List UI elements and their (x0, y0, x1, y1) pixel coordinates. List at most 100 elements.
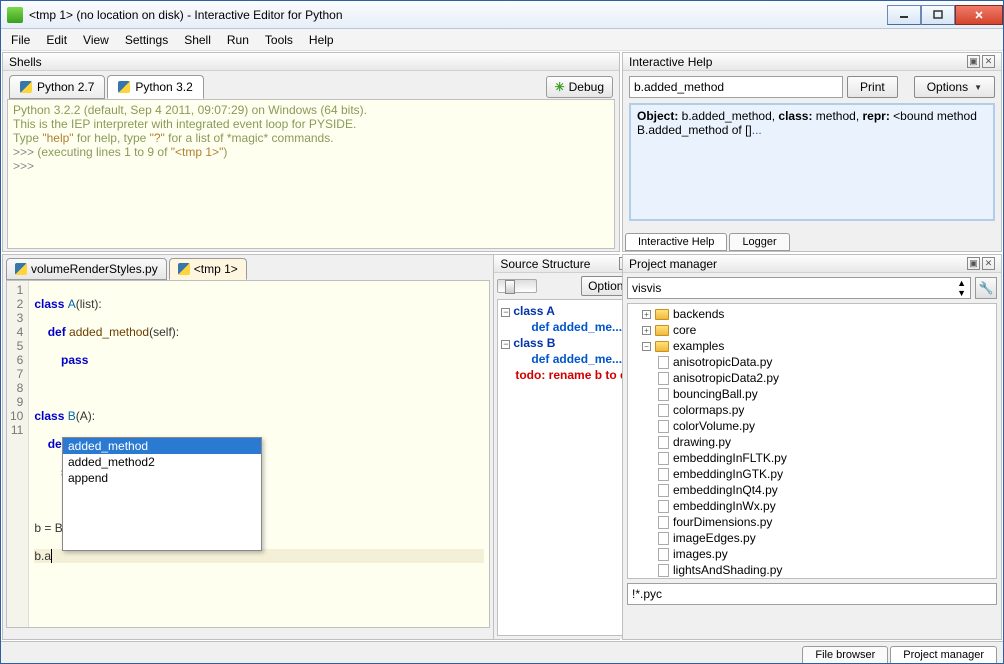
file-item[interactable]: embeddingInQt4.py (630, 482, 994, 498)
file-item[interactable]: embeddingInWx.py (630, 498, 994, 514)
app-logo-icon (7, 7, 23, 23)
tab-file-browser[interactable]: File browser (802, 646, 888, 663)
file-icon (658, 468, 669, 481)
folder-item[interactable]: +core (630, 322, 994, 338)
panel-close-icon[interactable]: ✕ (982, 55, 995, 68)
help-query-input[interactable] (629, 76, 843, 98)
folder-icon (655, 341, 669, 352)
undock-icon[interactable]: ▣ (967, 55, 980, 68)
file-item[interactable]: lightsAndShading.py (630, 562, 994, 578)
menu-view[interactable]: View (75, 30, 117, 50)
file-icon (658, 404, 669, 417)
menu-run[interactable]: Run (219, 30, 257, 50)
shell-tab-python27[interactable]: Python 2.7 (9, 75, 105, 99)
tab-logger[interactable]: Logger (729, 233, 789, 251)
window-title: <tmp 1> (no location on disk) - Interact… (29, 8, 343, 22)
file-item[interactable]: anisotropicData2.py (630, 370, 994, 386)
tab-project-manager[interactable]: Project manager (890, 646, 997, 663)
file-icon (658, 452, 669, 465)
debug-label: Debug (569, 80, 604, 94)
file-icon (658, 436, 669, 449)
file-item[interactable]: colorVolume.py (630, 418, 994, 434)
file-icon (658, 356, 669, 369)
minimize-button[interactable] (887, 5, 921, 25)
autocomplete-item[interactable]: append (63, 470, 261, 486)
collapse-icon[interactable]: − (501, 308, 510, 317)
file-item[interactable]: bouncingBall.py (630, 386, 994, 402)
file-item[interactable]: embeddingInGTK.py (630, 466, 994, 482)
shell-tab-label: Python 2.7 (37, 80, 94, 94)
file-item[interactable]: colormaps.py (630, 402, 994, 418)
editor-panel: volumeRenderStyles.py <tmp 1> 1234567891… (2, 254, 620, 640)
expand-icon[interactable]: + (642, 326, 651, 335)
file-item[interactable]: drawing.py (630, 434, 994, 450)
line-gutter: 1234567891011 (7, 281, 29, 627)
shell-prompt: >>> (13, 159, 609, 173)
project-name: visvis (632, 281, 661, 295)
editor-tab-volumerender[interactable]: volumeRenderStyles.py (6, 258, 167, 280)
file-tree[interactable]: +backends +core −examples anisotropicDat… (627, 303, 997, 579)
file-item[interactable]: imageEdges.py (630, 530, 994, 546)
shell-line: This is the IEP interpreter with integra… (13, 117, 609, 131)
file-filter-input[interactable] (627, 583, 997, 605)
code-editor[interactable]: 1234567891011 class A(list): def added_m… (6, 280, 490, 628)
menu-edit[interactable]: Edit (38, 30, 75, 50)
shell-tab-python32[interactable]: Python 3.2 (107, 75, 203, 99)
editor-tab-label: <tmp 1> (194, 262, 238, 276)
python-icon (20, 81, 32, 93)
project-select[interactable]: visvis ▲▼ (627, 277, 971, 299)
file-icon (658, 564, 669, 577)
close-button[interactable] (955, 5, 1003, 25)
shell-output[interactable]: Python 3.2.2 (default, Sep 4 2011, 09:07… (7, 99, 615, 249)
project-settings-button[interactable]: 🔧 (975, 277, 997, 299)
help-options-button[interactable]: Options ▼ (914, 76, 995, 98)
file-icon (658, 532, 669, 545)
chevron-down-icon: ▼ (974, 83, 982, 92)
file-item[interactable]: embeddingInFLTK.py (630, 450, 994, 466)
menu-settings[interactable]: Settings (117, 30, 176, 50)
options-label: Options (927, 80, 968, 94)
collapse-icon[interactable]: − (642, 342, 651, 351)
file-item[interactable]: images.py (630, 546, 994, 562)
menu-help[interactable]: Help (301, 30, 342, 50)
collapse-icon[interactable]: − (501, 340, 510, 349)
structure-depth-slider[interactable] (497, 279, 537, 293)
editor-tab-tmp1[interactable]: <tmp 1> (169, 258, 247, 280)
file-icon (658, 484, 669, 497)
file-item[interactable]: anisotropicData.py (630, 354, 994, 370)
autocomplete-item[interactable]: added_method (63, 438, 261, 454)
file-icon (658, 500, 669, 513)
folder-icon (655, 309, 669, 320)
menu-tools[interactable]: Tools (257, 30, 301, 50)
autocomplete-item[interactable]: added_method2 (63, 454, 261, 470)
folder-item[interactable]: −examples (630, 338, 994, 354)
menu-shell[interactable]: Shell (176, 30, 219, 50)
file-icon (658, 420, 669, 433)
folder-icon (655, 325, 669, 336)
tab-interactive-help[interactable]: Interactive Help (625, 233, 727, 251)
python-icon (15, 263, 27, 275)
shells-title: Shells (9, 55, 42, 69)
wrench-icon: 🔧 (979, 281, 994, 295)
autocomplete-popup[interactable]: added_method added_method2 append (62, 437, 262, 551)
panel-close-icon[interactable]: ✕ (982, 257, 995, 270)
menu-file[interactable]: File (3, 30, 38, 50)
file-icon (658, 388, 669, 401)
structure-title: Source Structure (500, 257, 590, 271)
more-link[interactable]: ... (752, 123, 762, 137)
file-icon (658, 516, 669, 529)
maximize-button[interactable] (921, 5, 955, 25)
undock-icon[interactable]: ▣ (967, 257, 980, 270)
python-icon (178, 263, 190, 275)
print-button[interactable]: Print (847, 76, 898, 98)
updown-icon: ▲▼ (957, 278, 966, 298)
file-item[interactable]: fourDimensions.py (630, 514, 994, 530)
expand-icon[interactable]: + (642, 310, 651, 319)
file-icon (658, 548, 669, 561)
shells-panel: Shells Python 2.7 Python 3.2 ✳Debug Pyth… (2, 52, 620, 252)
interactive-help-panel: Interactive Help▣✕ Print Options▼ Object… (622, 52, 1002, 252)
debug-button[interactable]: ✳Debug (546, 76, 613, 98)
statusbar: File browser Project manager (1, 641, 1003, 663)
folder-item[interactable]: +backends (630, 306, 994, 322)
project-manager-panel: Project manager▣✕ visvis▲▼ 🔧 +backends +… (622, 254, 1002, 640)
